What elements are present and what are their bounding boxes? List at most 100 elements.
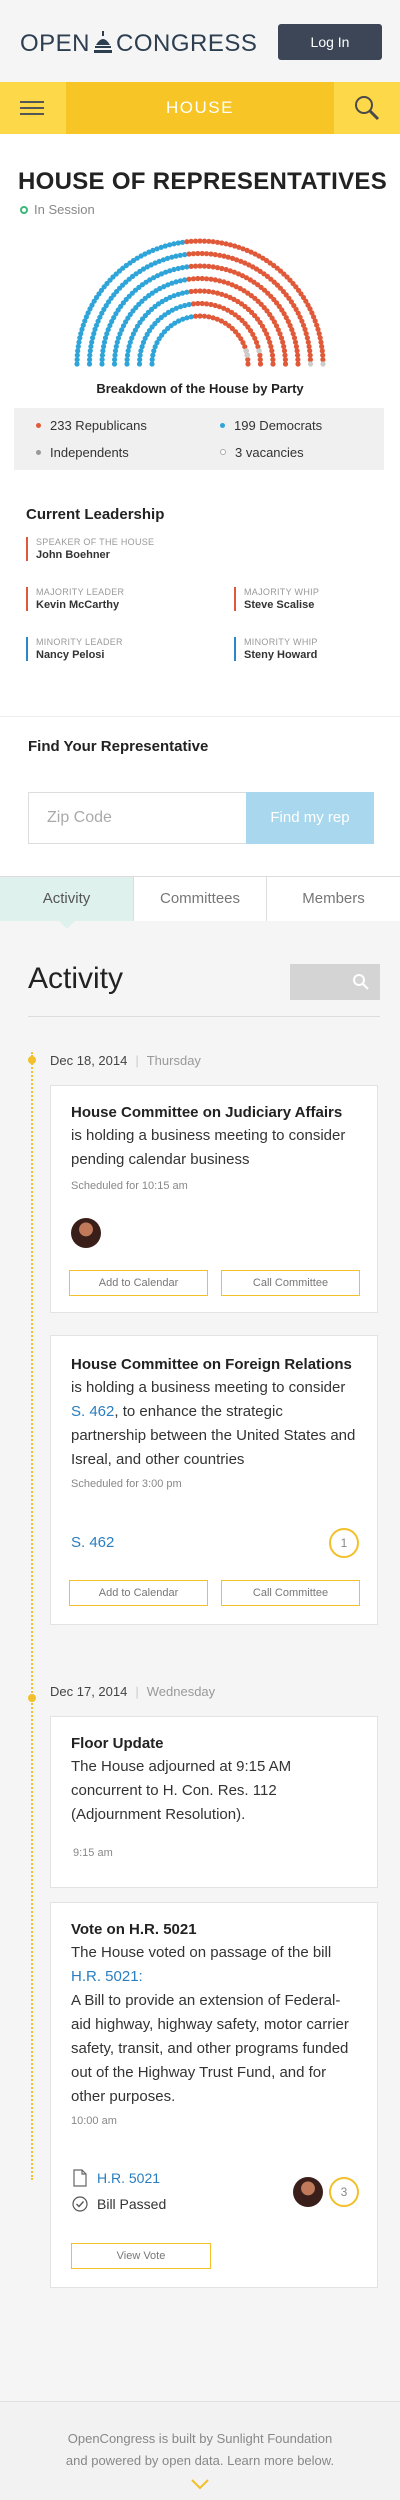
logo-left-text: OPEN (20, 30, 91, 57)
seat-dot (101, 343, 107, 350)
seat-dot (101, 339, 108, 345)
seat-dot (188, 288, 194, 295)
party-republicans: 233 Republicans (36, 418, 147, 433)
seat-dot (88, 343, 94, 350)
leader-minority-leader[interactable]: MINORITY LEADER Nancy Pelosi (26, 637, 123, 661)
leader-role: MAJORITY LEADER (36, 587, 125, 597)
seat-dot (199, 300, 205, 307)
date-text: Dec 17, 2014 (50, 1684, 128, 1699)
tab-committees[interactable]: Committees (133, 877, 267, 921)
search-icon (353, 974, 369, 990)
activity-divider (28, 1016, 380, 1017)
hamburger-icon-bar (20, 113, 44, 115)
comment-count-badge[interactable]: 1 (329, 1528, 359, 1558)
seat-dot (219, 240, 225, 246)
weekday-text: Wednesday (146, 1684, 216, 1699)
seat-dot (171, 266, 177, 273)
body-text: is holding a business meeting to conside… (71, 1379, 346, 1396)
card-title[interactable]: House Committee on Judiciary Affairs (71, 1104, 342, 1121)
party-breakdown: 233 Republicans 199 Democrats Independen… (14, 408, 384, 470)
logo-right-text: CONGRESS (116, 30, 258, 57)
leader-name: John Boehner (36, 549, 110, 561)
call-committee-button[interactable]: Call Committee (221, 1270, 360, 1296)
view-vote-button[interactable]: View Vote (71, 2243, 211, 2269)
find-my-rep-button[interactable]: Find my rep (246, 792, 374, 844)
leader-speaker[interactable]: SPEAKER OF THE HOUSE John Boehner (26, 537, 154, 561)
seat-dot (182, 302, 188, 309)
card-body: The House voted on passage of the bill H.… (71, 1941, 351, 2109)
page-title: HOUSE OF REPRESENTATIVES (18, 168, 388, 195)
seat-dot (112, 357, 118, 363)
seat-dot (204, 301, 210, 307)
bill-link[interactable]: S. 462 (71, 1534, 114, 1551)
seat-dot (223, 241, 229, 247)
seat-dot (206, 288, 212, 295)
party-independents: Independents (36, 445, 129, 460)
add-to-calendar-button[interactable]: Add to Calendar (69, 1580, 208, 1606)
hamburger-icon-bar (20, 107, 44, 109)
seat-dot (167, 242, 173, 248)
vacancy-seat-dot (243, 348, 249, 354)
party-democrats: 199 Democrats (220, 418, 322, 433)
party-label: 3 vacancies (235, 445, 304, 460)
seat-dot (305, 339, 311, 345)
bill-link[interactable]: S. 462 (71, 1403, 114, 1420)
seat-dot (188, 314, 194, 320)
seat-dot (89, 339, 95, 345)
leader-majority-whip[interactable]: MAJORITY WHIP Steve Scalise (234, 587, 319, 611)
avatar[interactable] (293, 2177, 323, 2207)
seat-dot (320, 361, 326, 367)
search-button[interactable] (334, 82, 400, 134)
activity-search-button[interactable] (290, 964, 380, 1000)
add-to-calendar-button[interactable]: Add to Calendar (69, 1270, 208, 1296)
body-text: , to enhance the strategic partnership b… (71, 1403, 356, 1468)
avatar[interactable] (71, 1218, 101, 1248)
seat-dot (186, 276, 192, 282)
vacancy-dot-icon (220, 449, 226, 455)
timeline-line (31, 1052, 33, 2180)
seat-dot (268, 343, 274, 350)
section-title: HOUSE (166, 98, 234, 117)
seat-dot (210, 289, 216, 295)
card-title[interactable]: Floor Update (71, 1735, 164, 1752)
card-title[interactable]: Vote on H.R. 5021 (71, 1921, 197, 1938)
leader-name: Kevin McCarthy (36, 599, 120, 611)
seat-dot (214, 265, 221, 271)
tab-members[interactable]: Members (267, 877, 400, 921)
comment-count-badge[interactable]: 3 (329, 2177, 359, 2207)
seat-dot (75, 348, 81, 354)
seat-dot (219, 265, 225, 272)
session-status-text: In Session (34, 202, 95, 217)
opencongress-logo[interactable]: OPEN CONGRESS (20, 30, 257, 58)
card-body: is holding a business meeting to conside… (71, 1376, 359, 1472)
seat-dot (76, 339, 82, 345)
tab-activity[interactable]: Activity (0, 877, 133, 921)
leader-minority-whip[interactable]: MINORITY WHIP Steny Howard (234, 637, 318, 661)
bill-link[interactable]: H.R. 5021 (97, 2170, 160, 2186)
leader-majority-leader[interactable]: MAJORITY LEADER Kevin McCarthy (26, 587, 124, 611)
card-body: The House adjourned at 9:15 AM concurren… (71, 1758, 292, 1823)
chevron-down-icon[interactable] (190, 2478, 210, 2490)
session-status: In Session (20, 202, 95, 217)
call-committee-button[interactable]: Call Committee (221, 1580, 360, 1606)
seat-dot (190, 301, 196, 307)
footer-line: and powered by open data. Learn more bel… (65, 2453, 335, 2468)
seat-dot (206, 263, 212, 269)
seat-dot (149, 357, 155, 363)
hamburger-icon (20, 101, 44, 103)
seat-dot (291, 335, 298, 341)
party-label: Independents (50, 445, 129, 460)
section-nav-bar: HOUSE (0, 82, 400, 134)
bill-link[interactable]: H.R. 5021: (71, 1968, 143, 1985)
party-label: 233 Republicans (50, 418, 147, 433)
footer-text: OpenCongress is built by Sunlight Founda… (40, 2428, 360, 2472)
menu-button[interactable] (0, 82, 66, 134)
login-button[interactable]: Log In (278, 24, 382, 60)
seat-dot (292, 339, 299, 345)
activity-card: House Committee on Foreign Relations is … (50, 1335, 378, 1625)
zip-code-input[interactable]: Zip Code (28, 792, 246, 844)
seat-dot (317, 335, 323, 341)
seat-dot (204, 276, 210, 282)
card-title[interactable]: House Committee on Foreign Relations (71, 1356, 352, 1373)
activity-title: Activity (28, 962, 124, 995)
